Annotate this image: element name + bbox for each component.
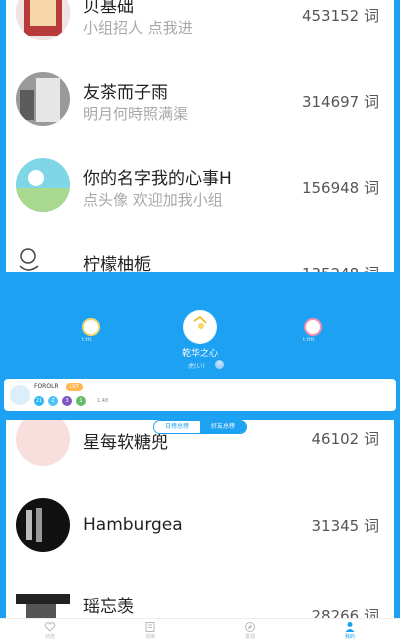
- coin-label: t.ttt: [82, 337, 92, 343]
- person-icon: [345, 622, 355, 632]
- word-count: 31345 词: [311, 517, 380, 535]
- profile-name: 乾华之心: [181, 349, 218, 359]
- user-name: 贝基础: [83, 0, 134, 17]
- nav-label: 词库: [144, 634, 155, 640]
- word-count: 453152 词: [301, 7, 379, 25]
- user-name: Hamburgea: [83, 515, 183, 535]
- user-card[interactable]: FOROLR LV7 21 2 3 1 1.48: [4, 379, 396, 411]
- ranking-list-bottom: 星每软糖兜 46102 词 Hamburgea 31345 词 瑶忘羡 2826…: [6, 420, 394, 618]
- list-item[interactable]: 友茶而子雨 明月何時照满渠 314697 词: [6, 56, 394, 142]
- tab-daily[interactable]: 日榜总榜: [154, 421, 200, 433]
- nav-dynamic[interactable]: 动态: [0, 619, 100, 641]
- list-item[interactable]: 贝基础 小组招人 点我进 453152 词: [6, 0, 394, 56]
- word-count: 28266 词: [311, 607, 380, 618]
- user-description: 点头像 欢迎加我小组: [83, 191, 223, 209]
- avatar-photo-icon: [16, 158, 70, 212]
- profile-avatar[interactable]: [183, 310, 217, 344]
- user-avatar[interactable]: [16, 72, 70, 126]
- ranking-list-top: 贝基础 小组招人 点我进 453152 词 友茶而子雨 明月何時照满渠 3146…: [6, 0, 394, 272]
- avatar-photo-icon: [16, 498, 70, 552]
- message-badge[interactable]: ✉: [215, 360, 224, 369]
- user-avatar[interactable]: [16, 584, 70, 618]
- stat-chip: 3: [62, 396, 72, 406]
- coin-icon[interactable]: [82, 318, 100, 336]
- ranking-tabs: 日榜总榜 好友总榜: [153, 420, 247, 434]
- stat-chip: 1: [76, 396, 86, 406]
- user-avatar[interactable]: [16, 420, 70, 466]
- avatar-photo-icon: [16, 72, 70, 126]
- profile-subtitle: 虎(い): [188, 363, 205, 370]
- user-description: 小组招人 点我进: [83, 19, 193, 37]
- list-item[interactable]: 瑶忘羡 28266 词: [6, 570, 394, 618]
- heart-icon: [44, 622, 56, 632]
- nav-library[interactable]: 词库: [100, 619, 200, 641]
- user-avatar[interactable]: [16, 498, 70, 552]
- nav-label: 动态: [44, 634, 55, 640]
- list-item[interactable]: Hamburgea 31345 词: [6, 484, 394, 570]
- user-name: 柠檬柚栀: [83, 255, 151, 272]
- book-icon: [145, 622, 155, 632]
- nav-discover[interactable]: 发现: [200, 619, 300, 641]
- gift-label: t.tttt: [303, 337, 315, 343]
- gift-icon[interactable]: [304, 318, 322, 336]
- avatar-sketch-icon: [16, 244, 46, 272]
- stat-chip: 21: [34, 396, 44, 406]
- word-count: 135248 词: [302, 263, 379, 272]
- word-count: 314697 词: [301, 93, 379, 111]
- avatar-photo-icon: [16, 584, 70, 618]
- user-name: 瑶忘羡: [83, 597, 134, 617]
- user-avatar[interactable]: [16, 158, 70, 212]
- word-count: 46102 词: [311, 430, 380, 448]
- list-item[interactable]: 你的名字我的心事H 点头像 欢迎加我小组 156948 词: [6, 142, 394, 228]
- word-count: 156948 词: [301, 179, 379, 197]
- nav-label: 发现: [244, 634, 255, 640]
- avatar-photo-icon: [16, 0, 70, 40]
- nav-label: 我的: [344, 634, 355, 640]
- bottom-nav: 动态 词库 发现 我的: [0, 618, 400, 641]
- user-avatar[interactable]: [16, 0, 70, 40]
- card-username: FOROLR: [34, 383, 59, 390]
- list-item[interactable]: 柠檬柚栀 135248 词: [6, 228, 394, 272]
- compass-icon: [245, 622, 255, 632]
- user-avatar[interactable]: [16, 244, 46, 272]
- user-name: 你的名字我的心事H: [83, 169, 232, 189]
- user-name: 友茶而子雨: [83, 83, 168, 103]
- stat-chip: 2: [48, 396, 58, 406]
- avatar-sketch-icon: [193, 316, 207, 329]
- tab-friends[interactable]: 好友总榜: [200, 421, 246, 433]
- user-description: 明月何時照满渠: [83, 105, 189, 123]
- card-avatar[interactable]: [10, 385, 30, 405]
- card-extra-value: 1.48: [97, 398, 109, 404]
- nav-profile[interactable]: 我的: [300, 619, 400, 641]
- level-badge: LV7: [66, 383, 83, 391]
